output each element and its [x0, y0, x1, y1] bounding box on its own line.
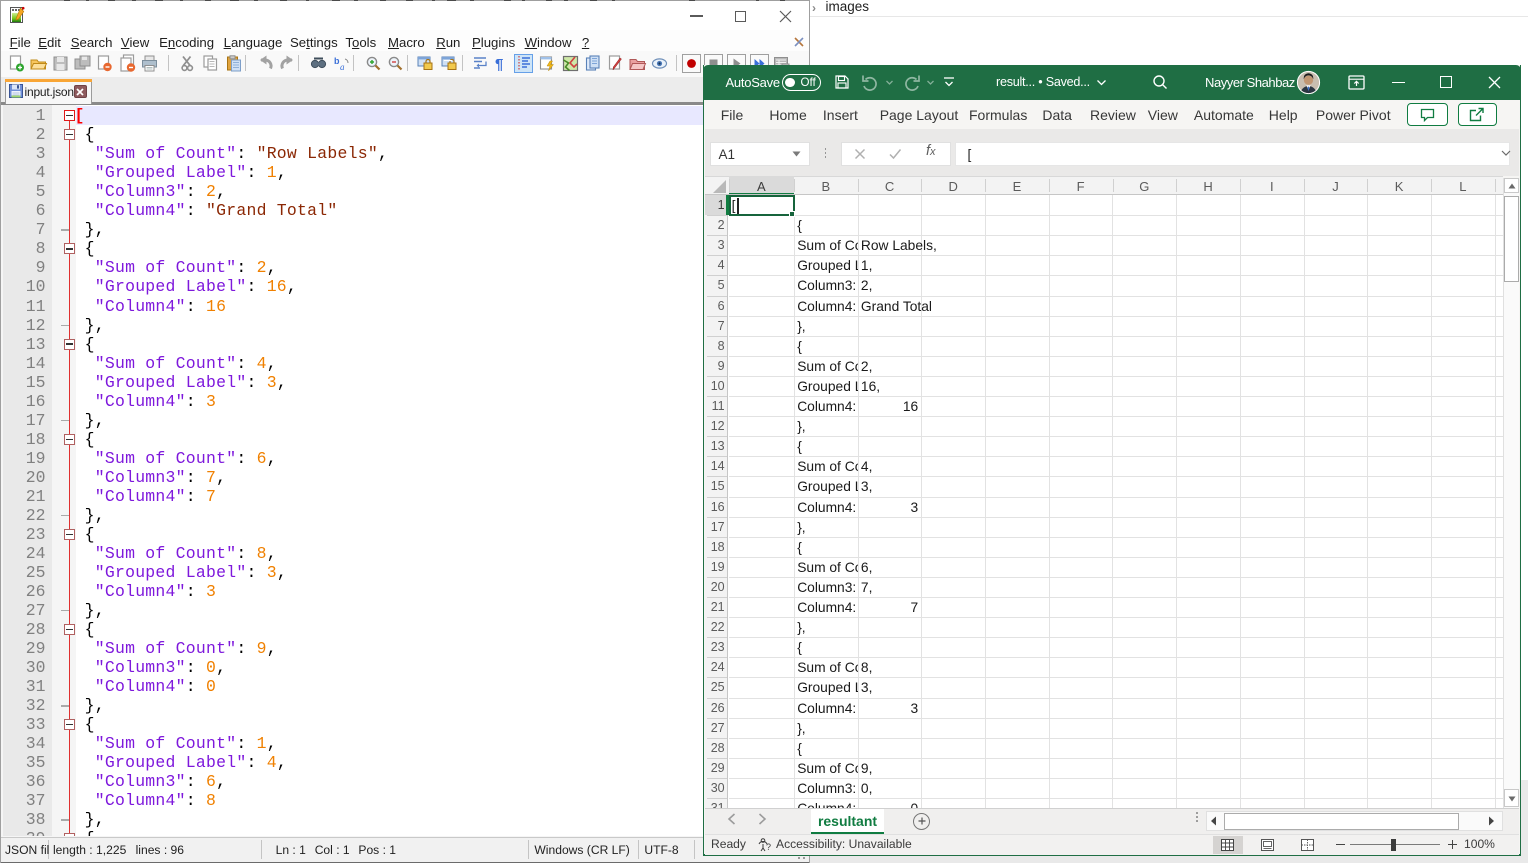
svg-text:?: ?: [766, 842, 771, 852]
svg-text:¶: ¶: [495, 56, 503, 73]
svg-text:a: a: [340, 62, 345, 72]
